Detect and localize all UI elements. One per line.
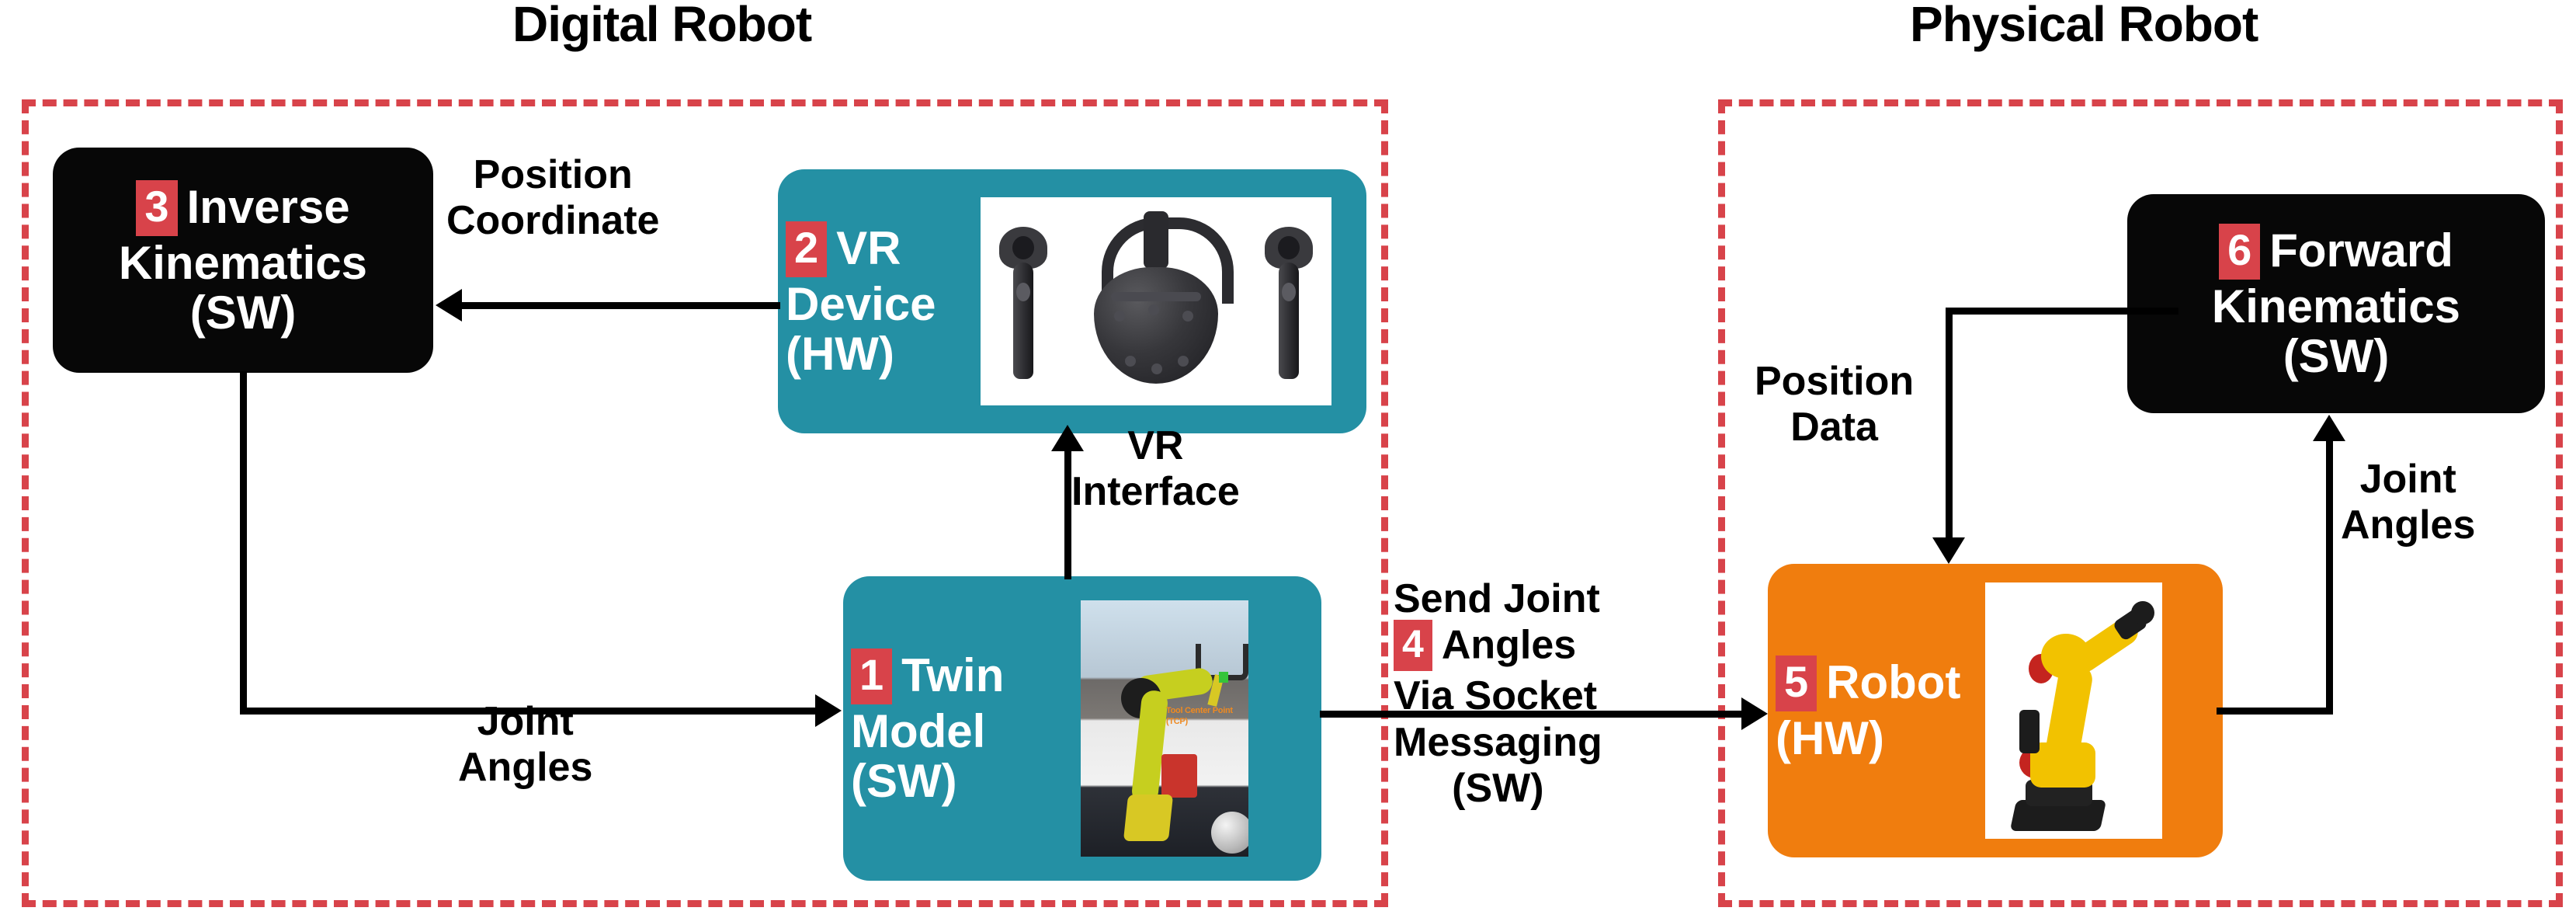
edge-label-joint-angles-left: Joint Angles [458,699,593,791]
node-forward-kinematics[interactable]: 6 Forward Kinematics (SW) [2127,194,2545,413]
node-number-badge-1: 1 [851,649,893,705]
node-inverse-kinematics-line2: Kinematics [118,237,368,290]
node-vr-device-line1: VR [836,222,901,275]
node-number-badge-3: 3 [136,180,178,237]
edge-label-joint-angles-right: Joint Angles [2341,457,2476,548]
node-inverse-kinematics-line3: (SW) [189,287,297,339]
edge-line-position-data-horizontal [1946,308,2178,315]
node-twin-model[interactable]: 1 Twin Model (SW) Tool Center Point (TCP) [843,576,1321,881]
edge-line-vr-interface [1064,447,1071,579]
node-forward-kinematics-line3: (SW) [2283,330,2390,383]
edge-label-send-joint-angles: Send Joint 4 Angles Via Socket Messaging … [1394,576,1602,811]
edge-line-joint-angles-right-vertical [2326,439,2333,715]
edge-line-joint-angles-right-horizontal [2217,708,2333,715]
industrial-robot-image [1985,582,2162,839]
node-inverse-kinematics-label: 3 Inverse Kinematics (SW) [53,180,433,339]
node-vr-device-label: 2 VR Device (HW) [778,221,976,381]
vr-headset-icon [1088,211,1234,388]
edge-line-joint-angles-left-vertical [240,371,247,715]
vr-controller-left-icon [999,227,1047,387]
section-title-physical-robot: Physical Robot [1910,0,2258,52]
diagram-canvas: Digital Robot Physical Robot 3 Inverse Ki… [0,0,2576,918]
node-forward-kinematics-label: 6 Forward Kinematics (SW) [2127,224,2545,383]
node-number-badge-2: 2 [786,221,828,278]
node-vr-device[interactable]: 2 VR Device (HW) [778,169,1366,433]
node-twin-model-label: 1 Twin Model (SW) [843,649,1078,808]
twin-model-image-caption: Tool Center Point (TCP) [1166,706,1233,726]
edge-arrowhead-position-coordinate [436,289,462,322]
node-robot-line1: Robot [1826,656,1961,709]
node-twin-model-line1: Twin [901,649,1005,702]
node-forward-kinematics-line1: Forward [2269,224,2453,277]
edge-line-position-coordinate [462,302,780,309]
node-twin-model-line3: (SW) [851,755,957,808]
edge-label-position-coordinate: Position Coordinate [446,152,660,244]
edge-arrowhead-position-data [1932,537,1965,564]
node-robot[interactable]: 5 Robot (HW) [1768,564,2223,857]
edge-arrowhead-joint-angles-left [815,694,842,727]
node-inverse-kinematics-line1: Inverse [186,181,350,234]
node-number-badge-5: 5 [1776,655,1817,712]
node-vr-device-line2: Device [786,278,936,331]
twin-model-simulation-image: Tool Center Point (TCP) [1081,600,1248,857]
vr-controller-right-icon [1265,227,1313,387]
edge-label-position-data: Position Data [1755,359,1915,450]
node-robot-line2: (HW) [1776,712,1884,765]
vr-headset-image [981,197,1331,405]
node-robot-label: 5 Robot (HW) [1768,655,1985,765]
edge-arrowhead-joint-angles-right [2313,415,2345,441]
edge-arrowhead-send-joint-angles [1741,697,1768,730]
edge-number-badge-4: 4 [1394,620,1432,672]
node-forward-kinematics-line2: Kinematics [2211,280,2461,333]
node-vr-device-line3: (HW) [786,328,894,381]
node-twin-model-line2: Model [851,705,986,758]
edge-line-position-data-vertical [1946,308,1953,541]
node-inverse-kinematics[interactable]: 3 Inverse Kinematics (SW) [53,148,433,373]
section-title-digital-robot: Digital Robot [512,0,812,52]
node-number-badge-6: 6 [2219,224,2261,280]
edge-label-vr-interface: VR Interface [1071,423,1240,515]
